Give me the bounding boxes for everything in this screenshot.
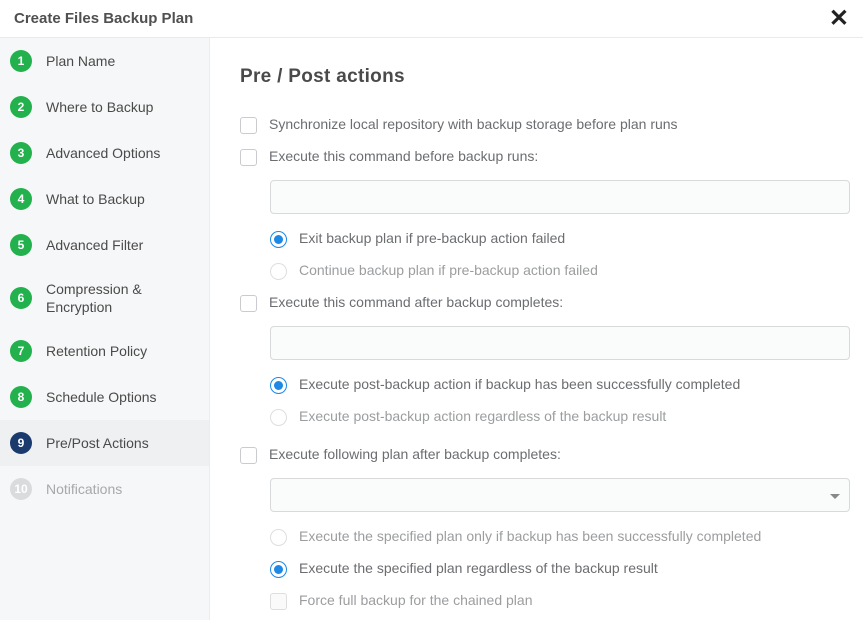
pre-exit-option: Exit backup plan if pre-backup action fa… xyxy=(270,230,839,248)
post-regardless-radio[interactable] xyxy=(270,409,287,426)
step-plan-name[interactable]: 1 Plan Name xyxy=(0,38,209,84)
step-label: Retention Policy xyxy=(46,342,147,360)
following-plan-select-wrap xyxy=(270,478,850,512)
following-plan-label[interactable]: Execute following plan after backup comp… xyxy=(269,446,561,462)
step-label: Pre/Post Actions xyxy=(46,434,149,452)
step-number: 10 xyxy=(10,478,32,500)
step-label: Advanced Filter xyxy=(46,236,143,254)
step-schedule-options[interactable]: 8 Schedule Options xyxy=(0,374,209,420)
step-number: 9 xyxy=(10,432,32,454)
step-number: 2 xyxy=(10,96,32,118)
pre-command-checkbox[interactable] xyxy=(240,149,257,166)
step-number: 6 xyxy=(10,287,32,309)
pre-command-option: Execute this command before backup runs: xyxy=(240,148,839,166)
post-success-option: Execute post-backup action if backup has… xyxy=(270,376,839,394)
sync-repo-option: Synchronize local repository with backup… xyxy=(240,116,839,134)
step-advanced-filter[interactable]: 5 Advanced Filter xyxy=(0,222,209,268)
step-label: Advanced Options xyxy=(46,144,160,162)
post-regardless-option: Execute post-backup action regardless of… xyxy=(270,408,839,426)
chained-success-radio[interactable] xyxy=(270,529,287,546)
step-label: Schedule Options xyxy=(46,388,157,406)
pre-continue-radio[interactable] xyxy=(270,263,287,280)
following-plan-option: Execute following plan after backup comp… xyxy=(240,446,839,464)
step-where-to-backup[interactable]: 2 Where to Backup xyxy=(0,84,209,130)
sync-repo-label[interactable]: Synchronize local repository with backup… xyxy=(269,116,678,132)
step-compression-encryption[interactable]: 6 Compression & Encryption xyxy=(0,268,209,328)
chained-regardless-radio[interactable] xyxy=(270,561,287,578)
following-plan-checkbox[interactable] xyxy=(240,447,257,464)
following-plan-select[interactable] xyxy=(270,478,850,512)
step-pre-post-actions[interactable]: 9 Pre/Post Actions xyxy=(0,420,209,466)
force-full-label[interactable]: Force full backup for the chained plan xyxy=(299,592,532,608)
chained-regardless-option: Execute the specified plan regardless of… xyxy=(270,560,839,578)
wizard-sidebar: 1 Plan Name 2 Where to Backup 3 Advanced… xyxy=(0,38,210,620)
pre-command-input[interactable] xyxy=(270,180,850,214)
sync-repo-checkbox[interactable] xyxy=(240,117,257,134)
dialog-header: Create Files Backup Plan ✕ xyxy=(0,0,863,38)
pre-continue-label[interactable]: Continue backup plan if pre-backup actio… xyxy=(299,262,598,278)
dialog-title: Create Files Backup Plan xyxy=(14,10,193,27)
pre-exit-radio[interactable] xyxy=(270,231,287,248)
section-title: Pre / Post actions xyxy=(240,66,839,88)
step-what-to-backup[interactable]: 4 What to Backup xyxy=(0,176,209,222)
step-label: Notifications xyxy=(46,480,122,498)
close-icon[interactable]: ✕ xyxy=(829,7,849,31)
chained-success-label[interactable]: Execute the specified plan only if backu… xyxy=(299,528,761,544)
dialog-body: 1 Plan Name 2 Where to Backup 3 Advanced… xyxy=(0,38,863,620)
step-number: 8 xyxy=(10,386,32,408)
pre-continue-option: Continue backup plan if pre-backup actio… xyxy=(270,262,839,280)
main-panel: Pre / Post actions Synchronize local rep… xyxy=(210,38,863,620)
step-number: 4 xyxy=(10,188,32,210)
post-command-option: Execute this command after backup comple… xyxy=(240,294,839,312)
pre-exit-label[interactable]: Exit backup plan if pre-backup action fa… xyxy=(299,230,565,246)
step-number: 5 xyxy=(10,234,32,256)
step-label: What to Backup xyxy=(46,190,145,208)
step-number: 3 xyxy=(10,142,32,164)
step-label: Where to Backup xyxy=(46,98,153,116)
step-number: 1 xyxy=(10,50,32,72)
step-retention-policy[interactable]: 7 Retention Policy xyxy=(0,328,209,374)
step-advanced-options[interactable]: 3 Advanced Options xyxy=(0,130,209,176)
force-full-option: Force full backup for the chained plan xyxy=(270,592,839,610)
force-full-checkbox[interactable] xyxy=(270,593,287,610)
post-success-radio[interactable] xyxy=(270,377,287,394)
step-notifications[interactable]: 10 Notifications xyxy=(0,466,209,512)
post-success-label[interactable]: Execute post-backup action if backup has… xyxy=(299,376,740,392)
pre-command-label[interactable]: Execute this command before backup runs: xyxy=(269,148,538,164)
chained-success-option: Execute the specified plan only if backu… xyxy=(270,528,839,546)
step-label: Plan Name xyxy=(46,52,115,70)
post-command-label[interactable]: Execute this command after backup comple… xyxy=(269,294,563,310)
post-command-input[interactable] xyxy=(270,326,850,360)
step-label: Compression & Encryption xyxy=(46,280,199,316)
step-number: 7 xyxy=(10,340,32,362)
post-regardless-label[interactable]: Execute post-backup action regardless of… xyxy=(299,408,666,424)
chained-regardless-label[interactable]: Execute the specified plan regardless of… xyxy=(299,560,658,576)
post-command-checkbox[interactable] xyxy=(240,295,257,312)
